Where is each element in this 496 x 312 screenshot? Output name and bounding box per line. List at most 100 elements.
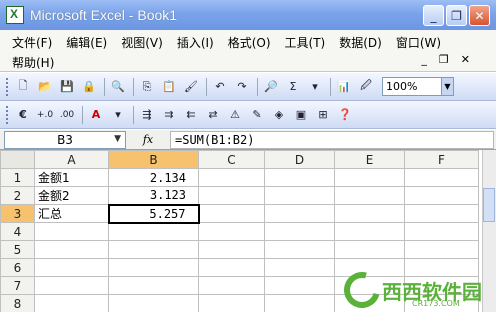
cell-b8[interactable] xyxy=(108,294,199,312)
row-header-4[interactable]: 4 xyxy=(0,222,35,241)
drawing-icon[interactable]: 🖉 xyxy=(356,77,376,97)
trace-icon[interactable]: ⇶ xyxy=(137,105,157,125)
research-icon[interactable]: 🔎 xyxy=(261,77,281,97)
cell-d6[interactable] xyxy=(264,258,335,277)
menu-tools[interactable]: 工具(T) xyxy=(285,34,326,51)
cell-c4[interactable] xyxy=(198,222,265,241)
cell-e1[interactable] xyxy=(334,168,405,187)
cell-d7[interactable] xyxy=(264,276,335,295)
doc-restore-button[interactable]: ❐ xyxy=(439,53,449,66)
cell-f1[interactable] xyxy=(404,168,479,187)
cell-b4[interactable] xyxy=(108,222,199,241)
cell-f3[interactable] xyxy=(404,204,479,223)
copy-icon[interactable]: ⎘ xyxy=(137,77,157,97)
error-check-icon[interactable]: ⚠ xyxy=(225,105,245,125)
cell-b3-active[interactable]: 5.257 xyxy=(107,203,200,224)
cell-e3[interactable] xyxy=(334,204,405,223)
cell-b5[interactable] xyxy=(108,240,199,259)
cell-e2[interactable] xyxy=(334,186,405,205)
toolbar-grip[interactable] xyxy=(6,77,9,96)
cell-c7[interactable] xyxy=(198,276,265,295)
increase-decimal-icon[interactable]: +.0 xyxy=(35,105,55,125)
row-header-5[interactable]: 5 xyxy=(0,240,35,259)
cell-a4[interactable] xyxy=(34,222,109,241)
new-icon[interactable]: 🗋 xyxy=(13,77,33,97)
row-header-2[interactable]: 2 xyxy=(0,186,35,205)
row-header-7[interactable]: 7 xyxy=(0,276,35,295)
cell-b1[interactable]: 2.134 xyxy=(108,168,199,187)
cell-b7[interactable] xyxy=(108,276,199,295)
cell-b6[interactable] xyxy=(108,258,199,277)
cell-f5[interactable] xyxy=(404,240,479,259)
row-header-8[interactable]: 8 xyxy=(0,294,35,312)
column-header-b[interactable]: B xyxy=(108,150,199,169)
minimize-button[interactable]: _ xyxy=(423,5,444,26)
zoom-dropdown-icon[interactable]: ▼ xyxy=(442,77,454,96)
cell-a7[interactable] xyxy=(34,276,109,295)
name-box-dropdown-icon[interactable]: ▼ xyxy=(114,134,121,144)
redo-icon[interactable]: ↷ xyxy=(232,77,252,97)
cell-d4[interactable] xyxy=(264,222,335,241)
undo-icon[interactable]: ↶ xyxy=(210,77,230,97)
print-preview-icon[interactable]: 🔍 xyxy=(108,77,128,97)
menu-window[interactable]: 窗口(W) xyxy=(396,34,441,51)
cell-c6[interactable] xyxy=(198,258,265,277)
close-button[interactable]: ✕ xyxy=(469,5,490,26)
autosum-icon[interactable]: Σ xyxy=(283,77,303,97)
font-color-icon[interactable]: A xyxy=(86,105,106,125)
cell-a2[interactable]: 金额2 xyxy=(34,186,109,205)
menu-view[interactable]: 视图(V) xyxy=(121,34,163,51)
save-icon[interactable]: 💾 xyxy=(57,77,77,97)
cell-d8[interactable] xyxy=(264,294,335,312)
cell-c5[interactable] xyxy=(198,240,265,259)
formula-input[interactable]: =SUM(B1:B2) xyxy=(170,130,494,149)
dropdown-arrow-icon[interactable]: ▾ xyxy=(108,105,128,125)
name-box[interactable]: B3 ▼ xyxy=(4,130,126,149)
row-header-1[interactable]: 1 xyxy=(0,168,35,187)
circle-invalid-icon[interactable]: ◈ xyxy=(269,105,289,125)
trace-precedents-icon[interactable]: ⇉ xyxy=(159,105,179,125)
cell-f2[interactable] xyxy=(404,186,479,205)
menu-format[interactable]: 格式(O) xyxy=(228,34,271,51)
cell-d5[interactable] xyxy=(264,240,335,259)
help-icon[interactable]: ❓ xyxy=(335,105,355,125)
excel-app-icon[interactable] xyxy=(6,6,24,24)
menu-file[interactable]: 文件(F) xyxy=(12,34,52,51)
menu-help[interactable]: 帮助(H) xyxy=(12,54,54,71)
cell-b2[interactable]: 3.123 xyxy=(108,186,199,205)
cell-c8[interactable] xyxy=(198,294,265,312)
cell-a5[interactable] xyxy=(34,240,109,259)
watch-window-icon[interactable]: ▣ xyxy=(291,105,311,125)
cell-e5[interactable] xyxy=(334,240,405,259)
menu-data[interactable]: 数据(D) xyxy=(339,34,382,51)
cell-e4[interactable] xyxy=(334,222,405,241)
permission-icon[interactable]: 🔒 xyxy=(79,77,99,97)
column-header-a[interactable]: A xyxy=(34,150,109,169)
select-all-corner[interactable] xyxy=(0,150,35,169)
currency-icon[interactable]: € xyxy=(13,105,33,125)
row-header-6[interactable]: 6 xyxy=(0,258,35,277)
cell-c1[interactable] xyxy=(198,168,265,187)
doc-minimize-button[interactable]: _ xyxy=(421,53,427,66)
format-painter-icon[interactable]: 🖌 xyxy=(181,77,201,97)
doc-close-button[interactable]: ✕ xyxy=(461,53,470,66)
paste-icon[interactable]: 📋 xyxy=(159,77,179,97)
cell-a6[interactable] xyxy=(34,258,109,277)
decrease-decimal-icon[interactable]: .00 xyxy=(57,105,77,125)
toolbar-grip[interactable] xyxy=(6,105,9,124)
cell-f4[interactable] xyxy=(404,222,479,241)
remove-arrows-icon[interactable]: ⇄ xyxy=(203,105,223,125)
cell-a3[interactable]: 汇总 xyxy=(34,204,109,223)
comment-icon[interactable]: ✎ xyxy=(247,105,267,125)
column-header-e[interactable]: E xyxy=(334,150,405,169)
column-header-f[interactable]: F xyxy=(404,150,479,169)
menu-edit[interactable]: 编辑(E) xyxy=(66,34,107,51)
row-header-3[interactable]: 3 xyxy=(0,204,35,223)
insert-function-icon[interactable]: fx xyxy=(126,133,170,146)
menu-insert[interactable]: 插入(I) xyxy=(177,34,214,51)
cell-d3[interactable] xyxy=(264,204,335,223)
evaluate-formula-icon[interactable]: ⊞ xyxy=(313,105,333,125)
cell-c2[interactable] xyxy=(198,186,265,205)
column-header-d[interactable]: D xyxy=(264,150,335,169)
cell-a8[interactable] xyxy=(34,294,109,312)
